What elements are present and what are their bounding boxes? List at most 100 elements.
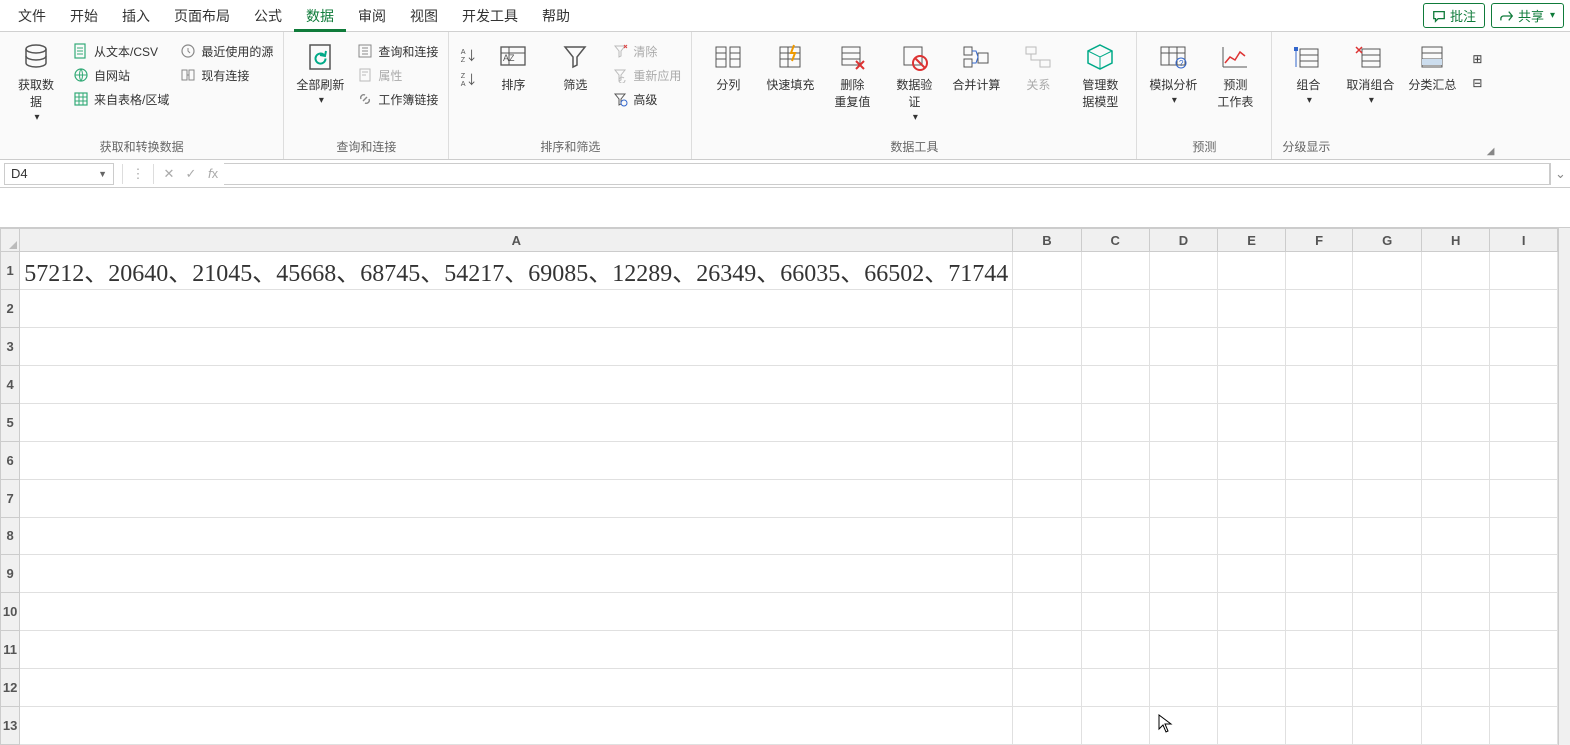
cell[interactable] xyxy=(1218,441,1286,479)
cell[interactable] xyxy=(1422,327,1490,365)
cell[interactable] xyxy=(1013,479,1081,517)
cell[interactable] xyxy=(1353,593,1422,631)
tab-help[interactable]: 帮助 xyxy=(530,0,582,32)
cell[interactable] xyxy=(20,441,1013,479)
cell[interactable] xyxy=(20,593,1013,631)
cell[interactable] xyxy=(1081,593,1149,631)
cell[interactable] xyxy=(20,479,1013,517)
column-header[interactable]: B xyxy=(1013,229,1081,252)
fx-button[interactable]: fx xyxy=(202,163,224,185)
subtotal-button[interactable]: 分类汇总 xyxy=(1406,36,1458,93)
column-header[interactable]: H xyxy=(1422,229,1490,252)
consolidate-button[interactable]: 合并计算 xyxy=(950,36,1002,93)
cell[interactable] xyxy=(1081,327,1149,365)
cell[interactable] xyxy=(1285,252,1352,290)
cell[interactable] xyxy=(1081,479,1149,517)
tab-data[interactable]: 数据 xyxy=(294,0,346,32)
show-detail-button[interactable]: ⊞ xyxy=(1468,50,1486,68)
cell[interactable] xyxy=(1013,593,1081,631)
cell[interactable] xyxy=(1422,479,1490,517)
cell[interactable] xyxy=(1422,365,1490,403)
cell[interactable] xyxy=(1013,290,1081,328)
cell[interactable] xyxy=(1149,327,1217,365)
cell[interactable] xyxy=(1081,707,1149,745)
column-header[interactable]: G xyxy=(1353,229,1422,252)
cell[interactable] xyxy=(1218,593,1286,631)
recent-sources-button[interactable]: 最近使用的源 xyxy=(179,42,273,60)
tab-insert[interactable]: 插入 xyxy=(110,0,162,32)
cell[interactable] xyxy=(1353,669,1422,707)
cell[interactable] xyxy=(1218,669,1286,707)
clear-filter-button[interactable]: 清除 xyxy=(611,42,681,60)
cell[interactable] xyxy=(1149,403,1217,441)
cell[interactable] xyxy=(1490,479,1557,517)
row-header[interactable]: 11 xyxy=(1,631,20,669)
queries-connections-button[interactable]: 查询和连接 xyxy=(356,42,438,60)
cell[interactable] xyxy=(20,327,1013,365)
sort-button[interactable]: AZ 排序 xyxy=(487,36,539,93)
cell[interactable] xyxy=(1285,707,1352,745)
hide-detail-button[interactable]: ⊟ xyxy=(1468,74,1486,92)
sort-asc-button[interactable]: AZ xyxy=(459,46,477,64)
cell[interactable] xyxy=(1285,290,1352,328)
cell[interactable] xyxy=(1149,631,1217,669)
cell[interactable] xyxy=(1422,555,1490,593)
whatif-button[interactable]: ? 模拟分析 ▾ xyxy=(1147,36,1199,106)
cell[interactable] xyxy=(1285,669,1352,707)
cell[interactable] xyxy=(20,517,1013,555)
cell[interactable] xyxy=(1490,365,1557,403)
cell[interactable]: 57212、20640、21045、45668、68745、54217、6908… xyxy=(20,252,1013,290)
row-header[interactable]: 3 xyxy=(1,327,20,365)
tab-formula[interactable]: 公式 xyxy=(242,0,294,32)
cell[interactable] xyxy=(1285,365,1352,403)
cell[interactable] xyxy=(1218,403,1286,441)
comments-button[interactable]: 批注 xyxy=(1423,3,1485,28)
cell[interactable] xyxy=(1490,290,1557,328)
cell[interactable] xyxy=(1490,441,1557,479)
vertical-scrollbar[interactable] xyxy=(1558,228,1570,745)
row-header[interactable]: 10 xyxy=(1,593,20,631)
cell[interactable] xyxy=(1490,517,1557,555)
cell[interactable] xyxy=(20,290,1013,328)
cell[interactable] xyxy=(1013,365,1081,403)
cell[interactable] xyxy=(1490,593,1557,631)
row-header[interactable]: 2 xyxy=(1,290,20,328)
from-web-button[interactable]: 自网站 xyxy=(72,66,169,84)
cell[interactable] xyxy=(1353,403,1422,441)
cell[interactable] xyxy=(1490,631,1557,669)
sort-desc-button[interactable]: ZA xyxy=(459,70,477,88)
cell[interactable] xyxy=(1353,290,1422,328)
cell[interactable] xyxy=(1218,517,1286,555)
formula-input[interactable] xyxy=(224,163,1550,185)
cell[interactable] xyxy=(1218,631,1286,669)
cell[interactable] xyxy=(1081,441,1149,479)
data-model-button[interactable]: 管理数 据模型 xyxy=(1074,36,1126,110)
name-box[interactable]: D4 ▼ xyxy=(4,163,114,185)
row-header[interactable]: 9 xyxy=(1,555,20,593)
column-header[interactable]: F xyxy=(1285,229,1352,252)
cell[interactable] xyxy=(1013,631,1081,669)
relationships-button[interactable]: 关系 xyxy=(1012,36,1064,93)
tab-layout[interactable]: 页面布局 xyxy=(162,0,242,32)
cell[interactable] xyxy=(1013,441,1081,479)
cell[interactable] xyxy=(1149,441,1217,479)
cell[interactable] xyxy=(20,403,1013,441)
cancel-button[interactable]: ✕ xyxy=(158,163,180,185)
tab-dev[interactable]: 开发工具 xyxy=(450,0,530,32)
cell[interactable] xyxy=(1490,403,1557,441)
cell[interactable] xyxy=(1422,707,1490,745)
enter-button[interactable]: ✓ xyxy=(180,163,202,185)
cell[interactable] xyxy=(1422,669,1490,707)
row-header[interactable]: 7 xyxy=(1,479,20,517)
cell[interactable] xyxy=(1285,593,1352,631)
cell[interactable] xyxy=(1149,593,1217,631)
cell[interactable] xyxy=(20,669,1013,707)
cell[interactable] xyxy=(1353,252,1422,290)
reapply-button[interactable]: 重新应用 xyxy=(611,66,681,84)
cell[interactable] xyxy=(1353,517,1422,555)
cell[interactable] xyxy=(1353,365,1422,403)
cell[interactable] xyxy=(1081,252,1149,290)
cell[interactable] xyxy=(1285,479,1352,517)
cell[interactable] xyxy=(1490,555,1557,593)
more-button[interactable]: ⋮ xyxy=(127,163,149,185)
